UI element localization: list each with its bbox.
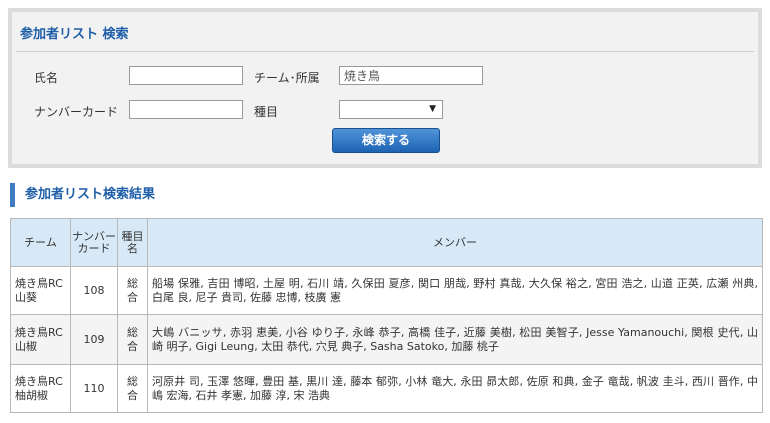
table-row: 焼き鳥RC 山葵 108 総合 船場 保雅, 吉田 博昭, 土屋 明, 石川 靖… <box>10 266 763 315</box>
table-header-row: チーム ナンバーカード 種目名 メンバー <box>10 218 763 267</box>
cell-members: 河原井 司, 玉澤 悠暉, 豊田 基, 黒川 達, 藤本 郁弥, 小林 竜大, … <box>147 364 763 413</box>
search-button[interactable]: 検索する <box>332 128 440 153</box>
column-header-kind: 種目名 <box>117 218 148 267</box>
search-panel-title: 参加者リスト 検索 <box>20 27 129 42</box>
cell-kind: 総合 <box>117 314 148 365</box>
card-label: ナンバーカード <box>34 105 119 119</box>
kind-select[interactable]: ▼ <box>339 100 443 119</box>
card-input[interactable] <box>129 100 243 119</box>
cell-kind: 総合 <box>117 364 148 413</box>
table-row: 焼き鳥RC 柚胡椒 110 総合 河原井 司, 玉澤 悠暉, 豊田 基, 黒川 … <box>10 364 763 413</box>
column-header-team: チーム <box>10 218 71 267</box>
cell-members: 大嶋 バニッサ, 赤羽 恵美, 小谷 ゆり子, 永峰 恭子, 高橋 佳子, 近藤… <box>147 314 763 365</box>
team-label: チーム･所属 <box>254 71 320 85</box>
results-table: チーム ナンバーカード 種目名 メンバー 焼き鳥RC 山葵 108 総合 船場 … <box>10 218 763 413</box>
name-label: 氏名 <box>34 71 59 85</box>
cell-number: 110 <box>70 364 118 413</box>
column-header-members: メンバー <box>147 218 763 267</box>
team-input[interactable] <box>339 66 483 85</box>
results-heading: 参加者リスト検索結果 <box>10 183 155 207</box>
cell-team: 焼き鳥RC 山椒 <box>10 314 71 365</box>
cell-team: 焼き鳥RC 山葵 <box>10 266 71 315</box>
search-panel: 参加者リスト 検索 氏名 チーム･所属 ナンバーカード 種目 ▼ 検索する <box>8 8 762 168</box>
cell-team: 焼き鳥RC 柚胡椒 <box>10 364 71 413</box>
column-header-number: ナンバーカード <box>70 218 118 267</box>
panel-divider <box>16 51 754 52</box>
chevron-down-icon: ▼ <box>429 104 436 114</box>
name-input[interactable] <box>129 66 243 85</box>
cell-number: 108 <box>70 266 118 315</box>
table-row: 焼き鳥RC 山椒 109 総合 大嶋 バニッサ, 赤羽 恵美, 小谷 ゆり子, … <box>10 314 763 365</box>
cell-members: 船場 保雅, 吉田 博昭, 土屋 明, 石川 靖, 久保田 夏彦, 関口 朋哉,… <box>147 266 763 315</box>
kind-label: 種目 <box>254 105 279 119</box>
cell-number: 109 <box>70 314 118 365</box>
cell-kind: 総合 <box>117 266 148 315</box>
